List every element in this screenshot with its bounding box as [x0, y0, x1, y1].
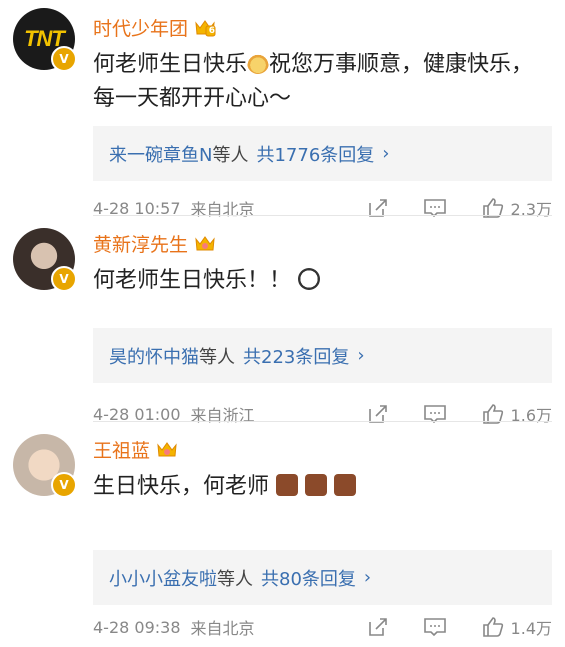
- crown-icon: 6: [194, 18, 216, 38]
- chevron-right-icon: ›: [357, 345, 365, 366]
- reply-summary[interactable]: 来一碗章鱼N 等人 共1776条回复 ›: [93, 126, 552, 181]
- like-count: 1.4万: [510, 619, 552, 638]
- avatar[interactable]: TNT V: [13, 8, 77, 72]
- crown-icon: [194, 234, 216, 254]
- share-button[interactable]: [367, 616, 389, 638]
- cake-emoji-icon: [334, 474, 357, 496]
- reply-etc: 等人: [199, 346, 235, 368]
- comment-item: V 黄新淳先生 何老师生日快乐！！ 昊的怀中猫 等人 共223条回复 › 4-2…: [0, 216, 565, 425]
- reply-users[interactable]: 小小小盆友啦: [109, 565, 217, 591]
- comment-text-part: 何老师生日快乐！！: [93, 268, 292, 293]
- v-badge-icon: V: [51, 46, 77, 72]
- comment-button[interactable]: [423, 616, 447, 638]
- chevron-right-icon: ›: [363, 567, 372, 588]
- username[interactable]: 黄新淳先生: [93, 230, 188, 257]
- comment-item: V 王祖蓝 生日快乐，何老师 小小小盆友啦 等人 共80条回复 › 4-28 0…: [0, 422, 565, 647]
- v-badge-icon: V: [51, 266, 77, 292]
- panda-emoji-icon: [298, 268, 321, 290]
- reply-summary[interactable]: 昊的怀中猫 等人 共223条回复 ›: [93, 328, 552, 383]
- comment-text: 生日快乐，何老师: [93, 470, 541, 504]
- reply-etc: 等人: [212, 144, 249, 166]
- comment-text-part: 生日快乐，何老师: [93, 474, 270, 499]
- reply-etc: 等人: [217, 568, 253, 590]
- level-badge: 6: [208, 25, 216, 36]
- share-icon: [368, 618, 387, 636]
- comment-icon: [423, 618, 446, 637]
- username[interactable]: 王祖蓝: [93, 436, 150, 463]
- avatar[interactable]: V: [13, 434, 77, 498]
- cake-emoji-icon: [247, 52, 270, 74]
- cake-emoji-icon: [305, 474, 328, 496]
- cake-emoji-icon: [276, 474, 299, 496]
- thumbs-up-icon: [482, 617, 503, 637]
- reply-count[interactable]: 共1776条回复: [256, 141, 374, 167]
- comment-date: 4-28 09:38: [93, 617, 181, 637]
- comment-item: TNT V 时代少年团 6 何老师生日快乐 祝您万事顺意，健康快乐，每一天都开开心…: [0, 0, 565, 219]
- comment-text: 何老师生日快乐 祝您万事顺意，健康快乐，每一天都开开心心～: [93, 48, 541, 116]
- v-badge-icon: V: [51, 472, 77, 498]
- reply-count[interactable]: 共223条回复: [243, 343, 349, 369]
- comment-location: 来自北京: [190, 619, 255, 638]
- like-button[interactable]: 1.4万: [481, 615, 552, 639]
- reply-users[interactable]: 来一碗章鱼N: [109, 141, 212, 167]
- username[interactable]: 时代少年团: [93, 14, 188, 41]
- crown-icon: [156, 440, 178, 460]
- reply-users[interactable]: 昊的怀中猫: [109, 343, 199, 369]
- comment-text-part: 何老师生日快乐: [93, 52, 248, 77]
- reply-count[interactable]: 共80条回复: [261, 565, 356, 591]
- reply-summary[interactable]: 小小小盆友啦 等人 共80条回复 ›: [93, 550, 552, 605]
- avatar[interactable]: V: [13, 228, 77, 292]
- chevron-right-icon: ›: [382, 143, 390, 164]
- comment-text: 何老师生日快乐！！: [93, 264, 541, 298]
